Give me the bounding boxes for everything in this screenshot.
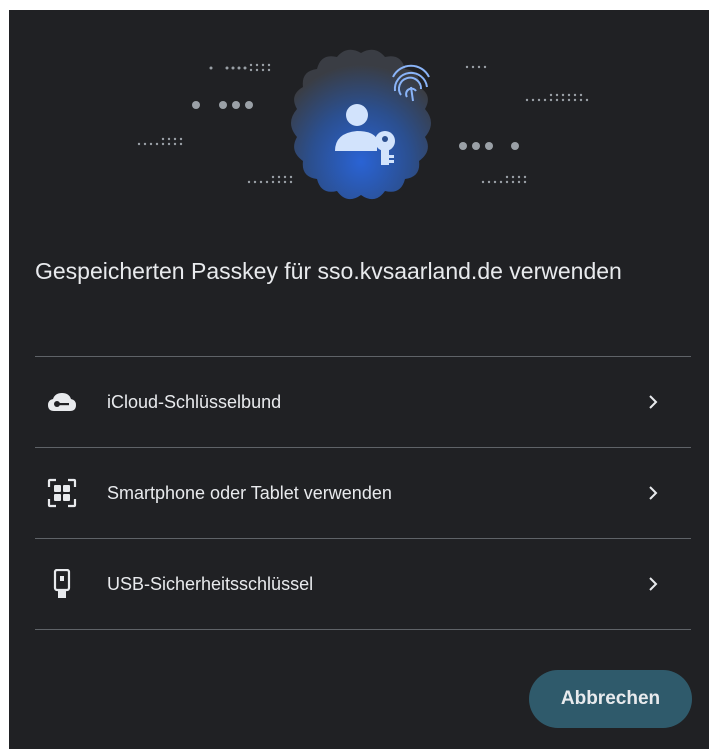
divider	[35, 629, 691, 630]
option-label: Smartphone oder Tablet verwenden	[107, 482, 392, 503]
qr-code-icon	[47, 478, 77, 508]
usb-key-icon	[47, 569, 77, 599]
option-smartphone-tablet[interactable]: Smartphone oder Tablet verwenden	[35, 448, 691, 538]
cancel-button[interactable]: Abbrechen	[529, 670, 692, 728]
passkey-dialog: Gespeicherten Passkey für sso.kvsaarland…	[9, 10, 709, 749]
dialog-title: Gespeicherten Passkey für sso.kvsaarland…	[35, 258, 622, 284]
option-usb-security-key[interactable]: USB-Sicherheitsschlüssel	[35, 539, 691, 629]
icloud-key-icon	[47, 387, 77, 417]
passkey-illustration	[9, 10, 709, 240]
chevron-right-icon	[649, 577, 658, 591]
option-label: iCloud-Schlüsselbund	[107, 391, 282, 412]
chevron-right-icon	[649, 486, 658, 500]
option-icloud-keychain[interactable]: iCloud-Schlüsselbund	[35, 357, 691, 447]
chevron-right-icon	[649, 395, 658, 409]
passkey-illustration-graphic	[137, 49, 589, 200]
passkey-options-list: iCloud-Schlüsselbund Smartphone oder Tab…	[35, 356, 691, 630]
option-label: USB-Sicherheitsschlüssel	[107, 573, 314, 594]
